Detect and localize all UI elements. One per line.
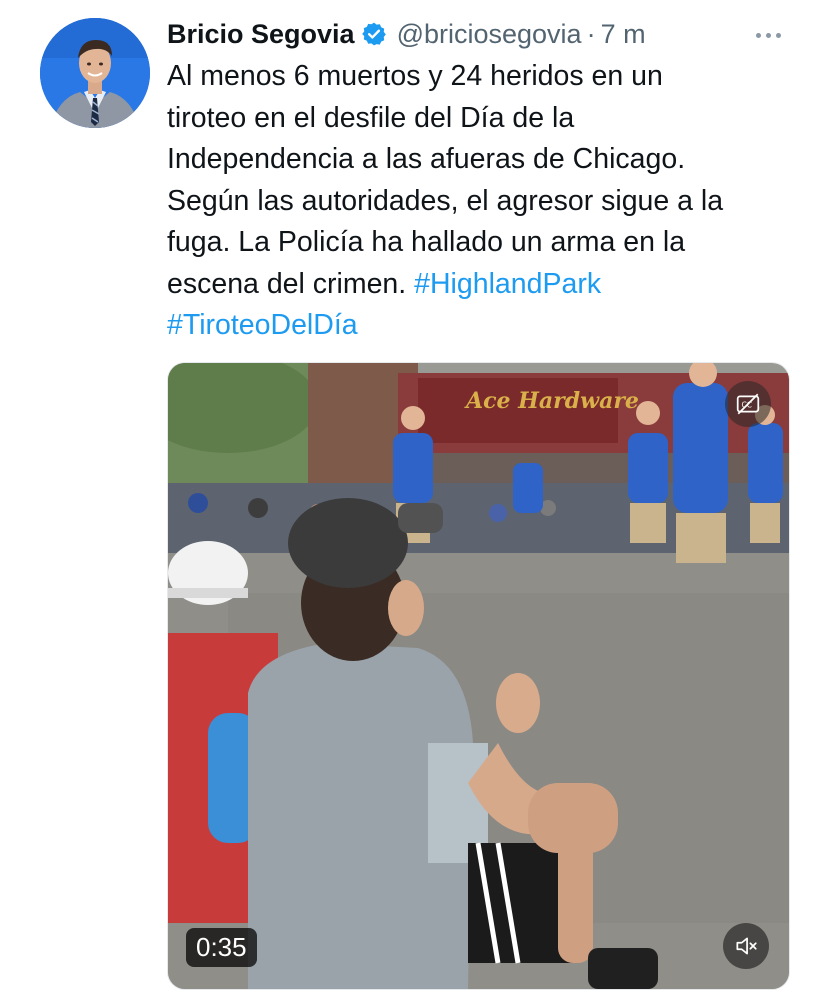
more-dot	[775, 32, 781, 38]
tweet-text: Al menos 6 muertos y 24 heridos en un ti…	[167, 56, 797, 347]
captions-off-icon[interactable]: CC	[725, 381, 771, 427]
tweet-text-line: escena del crimen. #HighlandPark	[167, 264, 797, 306]
volume-muted-icon[interactable]	[723, 923, 769, 969]
separator-dot: ·	[586, 18, 596, 49]
verified-badge-icon	[361, 21, 387, 47]
author-display-name[interactable]: Bricio Segovia	[167, 19, 355, 50]
tweet-text-line: Según las autoridades, el agresor sigue …	[167, 184, 724, 217]
tweet-text-line: Al menos 6 muertos y 24 heridos en un	[167, 60, 663, 92]
store-sign: Ace Hardware	[464, 388, 639, 414]
tweet-text-line: tiroteo en el desfile del Día de la	[167, 101, 575, 134]
tweet-text-line: #TiroteoDelDía	[167, 305, 797, 347]
more-dot	[755, 32, 761, 38]
hashtag-highlandpark[interactable]: #HighlandPark	[414, 268, 601, 300]
more-dot	[765, 32, 771, 38]
video-player[interactable]: Ace Hardware 0:35	[167, 362, 790, 990]
tweet-text-segment: escena del crimen.	[167, 267, 407, 300]
author-handle[interactable]: @briciosegovia	[397, 19, 582, 50]
video-duration: 0:35	[186, 928, 257, 967]
more-options-icon[interactable]	[748, 20, 788, 50]
avatar[interactable]	[40, 18, 150, 128]
tweet-text-line: Independencia a las afueras de Chicago.	[167, 143, 686, 175]
video-frame: Ace Hardware	[168, 363, 789, 989]
tweet-timestamp[interactable]: 7 m	[601, 19, 646, 50]
hashtag-tiroteodeldia[interactable]: #TiroteoDelDía	[167, 309, 358, 341]
tweet-text-line: fuga. La Policía ha hallado un arma en l…	[167, 226, 686, 258]
tweet[interactable]: Bricio Segovia @briciosegovia · 7 m Al m…	[0, 0, 828, 1006]
tweet-header: Bricio Segovia @briciosegovia · 7 m	[167, 14, 646, 54]
